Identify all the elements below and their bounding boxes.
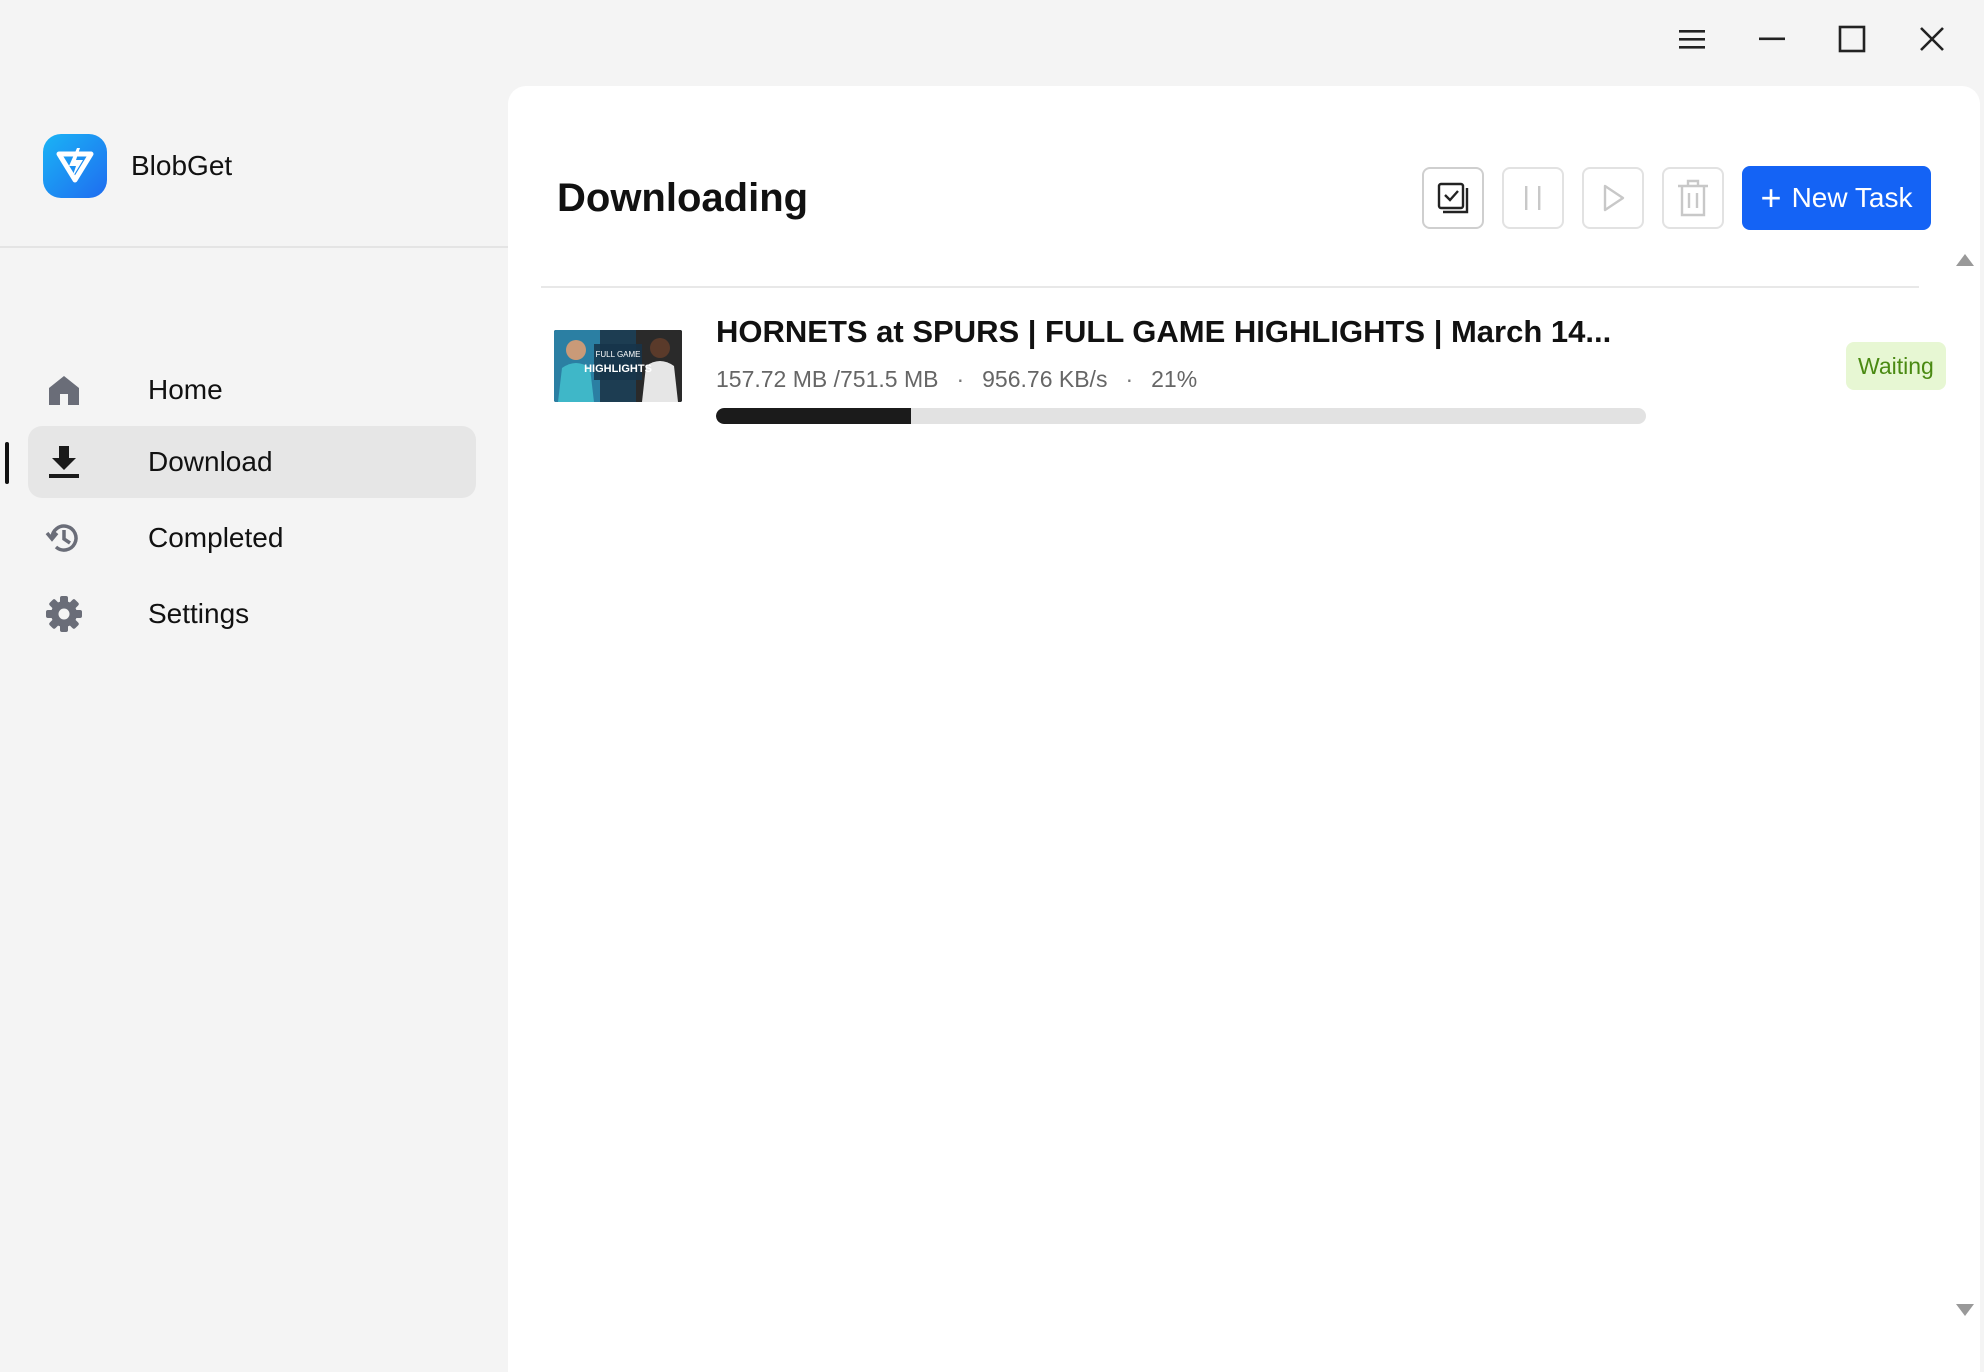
select-all-icon [1437,182,1469,214]
status-badge: Waiting [1846,342,1946,390]
page-title: Downloading [557,176,809,220]
close-icon [1920,27,1944,51]
minimize-icon [1759,37,1785,41]
pause-button[interactable] [1502,167,1564,229]
gear-icon [42,592,86,636]
toolbar: + New Task [1422,166,1931,230]
sidebar-item-label: Settings [148,598,250,629]
history-icon [42,516,86,560]
sidebar-item-label: Home [148,374,223,405]
menu-button[interactable] [1667,14,1717,64]
close-button[interactable] [1907,14,1957,64]
app-name: BlobGet [131,150,233,181]
pause-icon [1525,186,1541,210]
brand: BlobGet [43,134,232,198]
new-task-label: New Task [1791,182,1913,213]
sidebar-item-label: Download [148,446,273,477]
progress-bar [716,408,1646,424]
new-task-button[interactable]: + New Task [1742,166,1931,230]
hamburger-menu-icon [1679,30,1705,49]
task-meta: 157.72 MB /751.5 MB · 956.76 KB/s · 21% [716,366,1197,393]
task-size: 157.72 MB /751.5 MB [716,366,939,392]
sidebar-item-home[interactable]: Home [28,354,476,426]
list-divider [541,286,1919,288]
video-thumbnail: FULL GAME HIGHLIGHTS [554,330,682,402]
plus-icon: + [1760,177,1782,218]
sidebar: BlobGet Home Download Completed Settings [0,86,508,1372]
download-icon [42,440,86,484]
sidebar-item-settings[interactable]: Settings [28,578,476,650]
resume-button[interactable] [1582,167,1644,229]
play-icon [1603,184,1625,212]
main-panel: Downloading + New Task FULL GAME HIGHLIG… [508,86,1980,1372]
sidebar-item-completed[interactable]: Completed [28,502,476,574]
delete-button[interactable] [1662,167,1724,229]
minimize-button[interactable] [1747,14,1797,64]
thumbnail-caption-2: HIGHLIGHTS [584,363,652,375]
active-indicator [5,442,9,484]
task-title: HORNETS at SPURS | FULL GAME HIGHLIGHTS … [716,314,1612,349]
progress-bar-fill [716,408,912,424]
task-speed: 956.76 KB/s [982,366,1108,392]
scroll-down-arrow[interactable] [1956,1304,1974,1316]
scroll-up-arrow[interactable] [1956,254,1974,266]
sidebar-item-label: Completed [148,522,284,553]
thumbnail-caption-1: FULL GAME [595,350,640,359]
trash-icon [1678,179,1708,217]
task-row[interactable]: FULL GAME HIGHLIGHTS HORNETS at SPURS | … [554,312,1946,432]
sidebar-item-download[interactable]: Download [28,426,476,498]
meta-separator: · [956,366,965,392]
meta-separator: · [1125,366,1134,392]
select-all-button[interactable] [1422,167,1484,229]
maximize-button[interactable] [1827,14,1877,64]
app-logo-icon [43,134,107,198]
task-percent: 21% [1151,366,1198,392]
home-icon [42,368,86,412]
sidebar-divider [0,246,508,248]
maximize-icon [1838,25,1866,53]
